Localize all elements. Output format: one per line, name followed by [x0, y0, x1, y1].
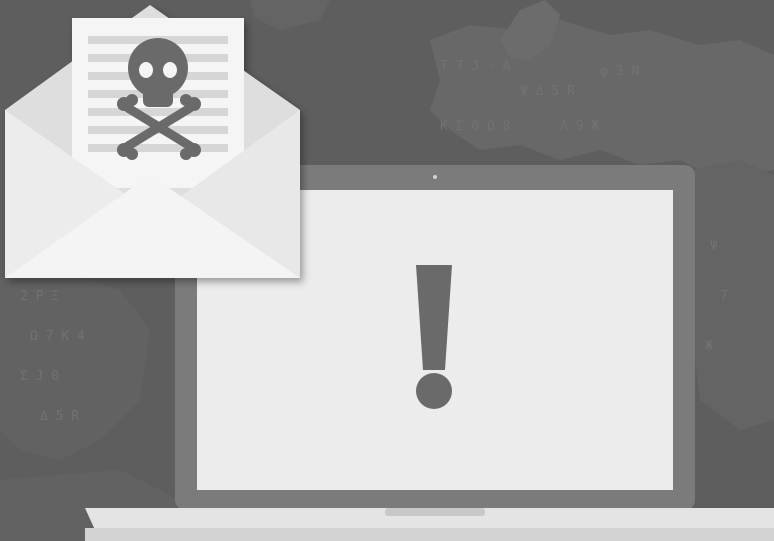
phishing-envelope	[5, 5, 300, 278]
phishing-illustration: T 7 J · A Ψ Δ 5 R K Σ 0 Ω 8 φ 3 N Λ 9 Ж …	[0, 0, 774, 541]
